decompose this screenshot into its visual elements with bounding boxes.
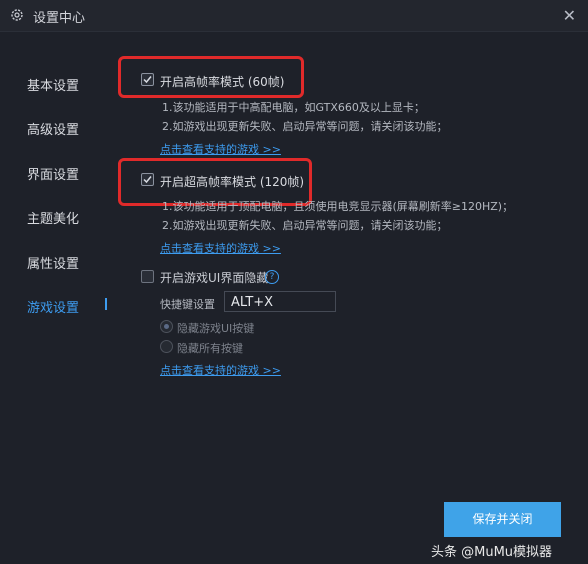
radio-hide-all-keys-label: 隐藏所有按键 [177,342,243,355]
hide-ui-label: 开启游戏UI界面隐藏 [160,271,269,285]
high-fps-desc-2: 2.如游戏出现更新失败、启动异常等问题，请关闭该功能； [162,120,448,133]
checkmark-icon [143,176,152,184]
high-fps-label: 开启高帧率模式 (60帧) [160,75,285,89]
ultra-fps-label: 开启超高帧率模式 (120帧) [160,175,305,189]
high-fps-supported-games-link[interactable]: 点击查看支持的游戏 >> [160,141,281,157]
hotkey-input[interactable]: ALT+X [224,291,336,312]
ultra-fps-desc-2: 2.如游戏出现更新失败、启动异常等问题，请关闭该功能； [162,219,448,232]
high-fps-checkbox[interactable] [141,73,154,86]
title-bar: 设置中心 ✕ [0,0,588,32]
ultra-fps-checkbox[interactable] [141,173,154,186]
radio-hide-all-keys[interactable] [160,340,173,353]
gear-icon [11,9,23,21]
sidebar-item-game[interactable]: 游戏设置 [27,297,79,316]
sidebar-item-basic[interactable]: 基本设置 [27,75,79,94]
window-title: 设置中心 [33,11,86,26]
help-icon[interactable]: ? [265,270,279,284]
high-fps-desc-1: 1.该功能适用于中高配电脑，如GTX660及以上显卡； [162,101,425,114]
radio-hide-game-ui-keys-label: 隐藏游戏UI按键 [177,322,255,335]
hide-ui-supported-games-link[interactable]: 点击查看支持的游戏 >> [160,362,281,378]
watermark: 头条 @MuMu模拟器 [431,545,553,560]
ultra-fps-supported-games-link[interactable]: 点击查看支持的游戏 >> [160,240,281,256]
sidebar: 基本设置 高级设置 界面设置 主题美化 属性设置 游戏设置 [0,32,118,564]
active-indicator [105,298,107,310]
sidebar-item-theme[interactable]: 主题美化 [27,208,79,227]
close-icon[interactable]: ✕ [563,6,576,25]
save-and-close-button[interactable]: 保存并关闭 [444,502,561,537]
sidebar-item-advanced[interactable]: 高级设置 [27,119,79,138]
hotkey-label: 快捷键设置 [160,298,215,311]
checkmark-icon [143,76,152,84]
hide-ui-checkbox[interactable] [141,270,154,283]
sidebar-item-properties[interactable]: 属性设置 [27,253,79,272]
ultra-fps-desc-1: 1.该功能适用于顶配电脑，且须使用电竞显示器(屏幕刷新率≥120HZ)； [162,200,514,213]
sidebar-item-interface[interactable]: 界面设置 [27,164,79,183]
radio-hide-game-ui-keys[interactable] [160,320,173,333]
